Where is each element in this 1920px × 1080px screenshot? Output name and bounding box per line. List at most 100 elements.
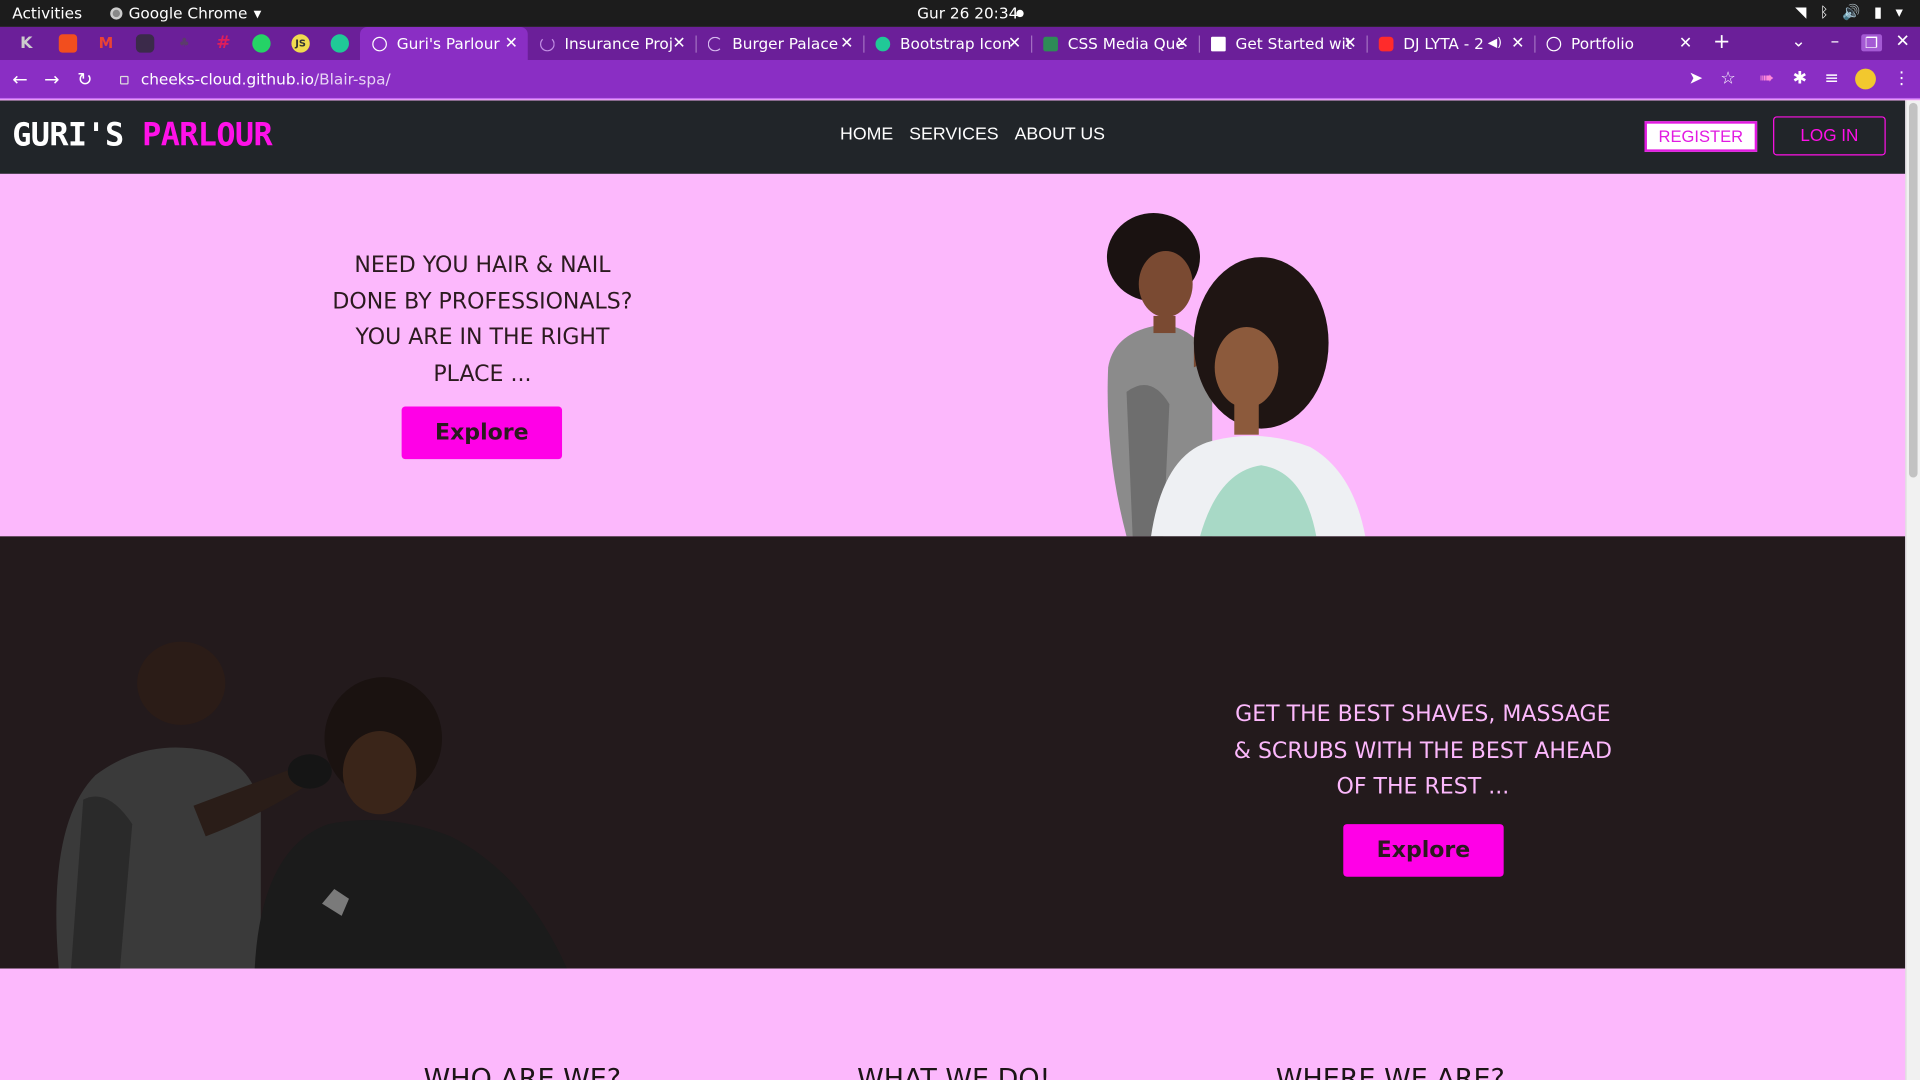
restore-button[interactable]: ❐ <box>1861 34 1882 52</box>
pinned-tab-js-icon[interactable]: JS <box>291 34 310 53</box>
who-are-we-heading: WHO ARE WE? <box>423 1064 622 1080</box>
web-page: GURI'S PARLOUR HOME SERVICES ABOUT US RE… <box>0 100 1906 1080</box>
activities-button[interactable]: Activities <box>12 4 82 22</box>
tab-bootstrap-icons[interactable]: Bootstrap Icon ✕ <box>863 27 1033 60</box>
pinned-tab-bootstrap-icon[interactable] <box>330 34 349 53</box>
system-tray[interactable]: ◥ ᛒ 🔊 ▮ ▾ <box>1795 4 1903 21</box>
close-window-button[interactable]: ✕ <box>1896 32 1910 52</box>
audio-playing-icon[interactable]: ◀) <box>1488 37 1502 50</box>
tab-guris-parlour[interactable]: Guri's Parlour ✕ <box>360 26 528 61</box>
lock-icon <box>120 75 129 85</box>
hero-line: YOU ARE IN THE RIGHT <box>355 324 610 351</box>
extension-arrow-icon[interactable]: ➠ <box>1760 69 1774 89</box>
hero-line: PLACE ... <box>433 360 532 387</box>
brand-word-1: GURI'S <box>12 117 124 155</box>
battery-icon: ▮ <box>1873 3 1883 21</box>
nav-services[interactable]: SERVICES <box>909 125 998 145</box>
forward-icon[interactable]: → <box>44 69 59 91</box>
globe-icon <box>1546 36 1562 51</box>
app-name: Google Chrome <box>128 3 248 23</box>
shave-explore-button[interactable]: Explore <box>1343 824 1504 877</box>
hero-heading: NEED YOU HAIR & NAIL DONE BY PROFESSIONA… <box>326 247 639 391</box>
menu-kebab-icon[interactable]: ⋮ <box>1893 69 1910 89</box>
shave-line: GET THE BEST SHAVES, MASSAGE <box>1235 701 1611 728</box>
tab-portfolio[interactable]: Portfolio ✕ <box>1534 27 1702 60</box>
flag-icon <box>1211 36 1226 51</box>
scrollbar-thumb[interactable] <box>1908 102 1918 478</box>
site-logo[interactable]: GURI'S PARLOUR <box>12 118 272 155</box>
what-we-do-heading: WHAT WE DO! <box>857 1064 1051 1080</box>
pinned-tab-whatsapp-icon[interactable] <box>252 34 271 53</box>
power-menu-icon: ▾ <box>1895 3 1903 21</box>
page-scrollbar[interactable] <box>1905 100 1920 1080</box>
system-top-bar: Activities Google Chrome ▾ Gur 26 20:34 ◥… <box>0 0 1920 27</box>
youtube-icon <box>1378 36 1394 51</box>
extensions-puzzle-icon[interactable]: ✱ <box>1793 69 1807 89</box>
hero-line: DONE BY PROFESSIONALS? <box>332 288 633 315</box>
pinned-tab-github-icon[interactable] <box>135 34 155 53</box>
site-navbar: GURI'S PARLOUR HOME SERVICES ABOUT US RE… <box>0 100 1906 174</box>
close-tab-icon[interactable]: ✕ <box>672 34 685 52</box>
close-tab-icon[interactable]: ✕ <box>1511 34 1524 52</box>
chrome-icon <box>110 6 123 19</box>
screen: Activities Google Chrome ▾ Gur 26 20:34 ◥… <box>0 0 1920 1080</box>
pinned-tab-slack-icon[interactable]: # <box>214 34 232 52</box>
loading-spinner-icon <box>707 36 723 51</box>
loading-spinner-icon <box>540 36 555 51</box>
where-we-are-heading: WHERE WE ARE? <box>1275 1064 1505 1080</box>
send-icon[interactable]: ➤ <box>1689 69 1703 89</box>
url-field[interactable]: cheeks-cloud.github.io/Blair-spa/ <box>120 70 391 88</box>
pinned-tab-k-icon[interactable]: K <box>17 34 35 52</box>
bootstrap-icon <box>875 36 891 51</box>
tab-burger-palace[interactable]: Burger Palace ✕ <box>696 27 865 60</box>
tab-dj-lyta[interactable]: DJ LYTA - 20 ◀) ✕ <box>1367 27 1536 60</box>
hairdresser-photo <box>1106 213 1366 537</box>
media-queue-icon[interactable]: ≡ <box>1824 69 1838 89</box>
url-host: cheeks-cloud.github.io <box>140 69 315 89</box>
tab-strip: K M ♣ # JS Guri's Parlour ✕ Insurance Pro… <box>0 26 1920 61</box>
volume-icon: 🔊 <box>1842 3 1861 21</box>
tab-search-chevron-icon[interactable]: ⌄ <box>1791 32 1805 52</box>
close-tab-icon[interactable]: ✕ <box>840 34 853 52</box>
notification-dot-icon <box>1016 9 1024 18</box>
info-section: WHO ARE WE? WHAT WE DO! WHERE WE ARE? <box>0 968 1906 1080</box>
shave-line: & SCRUBS WITH THE BEST AHEAD <box>1233 737 1612 764</box>
hero-explore-button[interactable]: Explore <box>401 406 563 460</box>
close-tab-icon[interactable]: ✕ <box>1679 34 1692 52</box>
close-tab-icon[interactable]: ✕ <box>1008 34 1021 52</box>
pinned-tab-gmail-icon[interactable]: M <box>97 34 115 52</box>
new-tab-button[interactable]: + <box>1713 29 1730 53</box>
tab-get-started[interactable]: Get Started wit ✕ <box>1199 27 1368 60</box>
bookmark-star-icon[interactable]: ☆ <box>1720 69 1735 89</box>
hero-section: NEED YOU HAIR & NAIL DONE BY PROFESSIONA… <box>0 173 1906 537</box>
minimize-button[interactable]: – <box>1831 32 1840 52</box>
tab-label: DJ LYTA - 20 <box>1403 34 1483 53</box>
reload-icon[interactable]: ↻ <box>77 69 92 91</box>
login-button[interactable]: LOG IN <box>1773 116 1886 156</box>
globe-icon <box>372 36 387 51</box>
nav-about-us[interactable]: ABOUT US <box>1015 125 1105 145</box>
url-path: /Blair-spa/ <box>314 69 391 89</box>
close-tab-icon[interactable]: ✕ <box>1343 34 1356 52</box>
barber-photo <box>56 641 567 969</box>
register-button[interactable]: REGISTER <box>1644 121 1758 152</box>
profile-avatar[interactable] <box>1855 68 1876 90</box>
pinned-tab-tree-icon[interactable]: ♣ <box>175 34 193 52</box>
app-menu[interactable]: Google Chrome ▾ <box>110 4 261 22</box>
brand-word-2: PARLOUR <box>142 117 273 155</box>
caret-down-icon: ▾ <box>253 3 262 23</box>
nav-home[interactable]: HOME <box>840 125 893 145</box>
address-bar: ← → ↻ cheeks-cloud.github.io/Blair-spa/ … <box>0 60 1920 100</box>
close-tab-icon[interactable]: ✕ <box>505 34 518 52</box>
shave-line: OF THE REST ... <box>1336 773 1510 800</box>
pinned-tab-figma-icon[interactable] <box>58 34 78 53</box>
back-icon[interactable]: ← <box>12 69 27 91</box>
shave-section: GET THE BEST SHAVES, MASSAGE & SCRUBS WI… <box>0 536 1906 969</box>
wifi-icon: ◥ <box>1795 3 1807 21</box>
w3-icon <box>1043 36 1058 51</box>
tab-insurance[interactable]: Insurance Proj ✕ <box>528 27 697 60</box>
tab-css-media-queries[interactable]: CSS Media Que ✕ <box>1031 27 1201 60</box>
close-tab-icon[interactable]: ✕ <box>1176 34 1189 52</box>
bluetooth-icon: ᛒ <box>1819 3 1829 21</box>
clock[interactable]: Gur 26 20:34 <box>917 4 1018 22</box>
